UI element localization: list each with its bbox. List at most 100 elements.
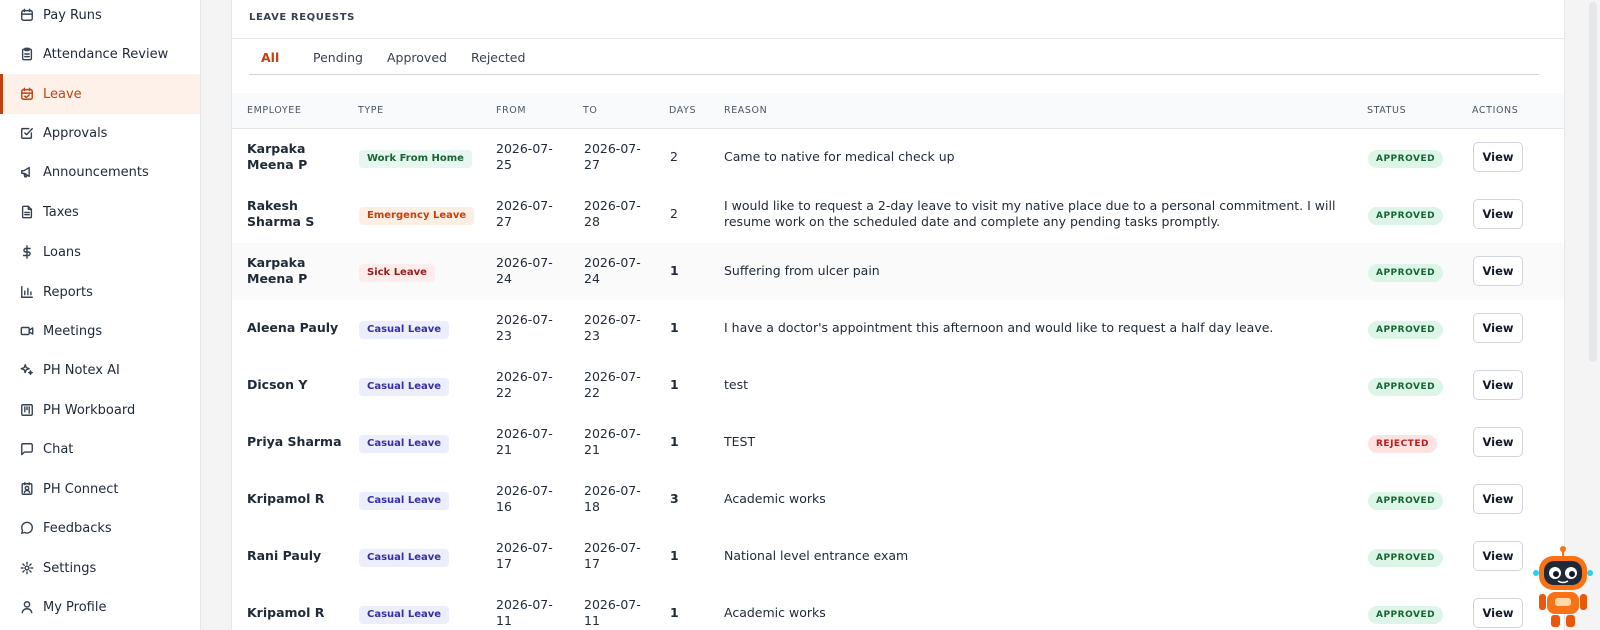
status-badge: APPROVED (1368, 378, 1444, 396)
sidebar-item-label: Meetings (43, 323, 103, 339)
robot-assistant-icon[interactable] (1533, 546, 1593, 630)
status-badge: APPROVED (1368, 150, 1444, 168)
filter-tabs: All Pending Approved Rejected (249, 43, 1539, 75)
sidebar-item-pay-runs[interactable]: Pay Runs (0, 0, 200, 35)
page-scrollbar-thumb[interactable] (1589, 2, 1597, 362)
to-date-text: 2026-07- 21 (584, 426, 641, 457)
view-button[interactable]: View (1473, 256, 1523, 286)
leave-type-badge: Emergency Leave (359, 207, 475, 225)
sidebar-item-label: Loans (43, 244, 81, 260)
table-row: Karpaka Meena P Work From Home 2026-07- 25 2… (232, 129, 1564, 187)
sidebar-item-meetings[interactable]: Meetings (0, 311, 200, 351)
view-button[interactable]: View (1473, 199, 1523, 229)
sidebar-item-settings[interactable]: Settings (0, 548, 200, 588)
leave-type-badge: Casual Leave (359, 378, 450, 396)
to-date: 2026-07- 22 (584, 369, 654, 401)
to-date-text: 2026-07- 18 (584, 483, 641, 514)
sidebar-item-taxes[interactable]: Taxes (0, 192, 200, 232)
view-button[interactable]: View (1473, 427, 1523, 457)
sidebar-item-label: Leave (43, 86, 82, 102)
view-button[interactable]: View (1473, 598, 1523, 628)
sidebar-item-approvals[interactable]: Approvals (0, 113, 200, 153)
header-to: TO (583, 105, 598, 116)
view-button[interactable]: View (1473, 142, 1523, 172)
to-date: 2026-07- 21 (584, 426, 654, 458)
from-date: 2026-07- 11 (496, 597, 566, 629)
status-badge: APPROVED (1368, 264, 1444, 282)
tab-all[interactable]: All (249, 43, 291, 73)
table-row: Kripamol R Casual Leave 2026-07- 16 2026-07-… (232, 471, 1564, 529)
sidebar-item-chat[interactable]: Chat (0, 429, 200, 469)
from-date-text: 2026-07- 25 (496, 141, 553, 172)
from-date: 2026-07- 22 (496, 369, 566, 401)
sidebar-item-reports[interactable]: Reports (0, 272, 200, 312)
table-row: Dicson Y Casual Leave 2026-07- 22 2026-07- 22… (232, 357, 1564, 415)
from-date: 2026-07- 24 (496, 255, 566, 287)
status-badge: APPROVED (1368, 606, 1444, 624)
header-type: TYPE (358, 105, 384, 116)
to-date-text: 2026-07- 11 (584, 597, 641, 628)
bar-chart-icon (20, 285, 34, 299)
status-badge: APPROVED (1368, 321, 1444, 339)
view-button[interactable]: View (1473, 541, 1523, 571)
status-badge: APPROVED (1368, 492, 1444, 510)
from-date-text: 2026-07- 22 (496, 369, 553, 400)
to-date-text: 2026-07- 23 (584, 312, 641, 343)
status-badge: APPROVED (1368, 549, 1444, 567)
employee-name: Kripamol R (247, 491, 325, 506)
from-date: 2026-07- 25 (496, 141, 566, 173)
leave-reason: TEST (724, 434, 756, 449)
tab-pending[interactable]: Pending (301, 43, 375, 73)
employee-name: Rakesh Sharma S (247, 198, 315, 229)
sidebar: Pay Runs Attendance Review Leave Approvals A… (0, 0, 201, 630)
sidebar-item-label: Feedbacks (43, 520, 112, 536)
kanban-icon (20, 403, 34, 417)
sidebar-item-leave[interactable]: Leave (0, 74, 200, 114)
to-date: 2026-07- 27 (584, 141, 654, 173)
days-count: 3 (670, 491, 679, 506)
table-row: Priya Sharma Casual Leave 2026-07- 21 2026-0… (232, 414, 1564, 472)
sidebar-item-ph-workboard[interactable]: PH Workboard (0, 390, 200, 430)
days-count: 2 (670, 149, 678, 164)
header-from: FROM (496, 105, 527, 116)
message-square-icon (20, 442, 34, 456)
to-date: 2026-07- 23 (584, 312, 654, 344)
to-date-text: 2026-07- 27 (584, 141, 641, 172)
employee-name: Dicson Y (247, 377, 308, 392)
sidebar-item-announcements[interactable]: Announcements (0, 152, 200, 192)
header-reason: REASON (724, 105, 768, 116)
view-button[interactable]: View (1473, 370, 1523, 400)
view-button[interactable]: View (1473, 313, 1523, 343)
check-square-icon (20, 126, 34, 140)
to-date-text: 2026-07- 22 (584, 369, 641, 400)
to-date: 2026-07- 17 (584, 540, 654, 572)
header-employee: EMPLOYEE (247, 105, 302, 116)
sidebar-item-label: PH Connect (43, 481, 119, 497)
to-date-text: 2026-07- 28 (584, 198, 641, 229)
sidebar-item-label: Approvals (43, 125, 108, 141)
sidebar-item-label: Announcements (43, 164, 149, 180)
sidebar-item-my-profile[interactable]: My Profile (0, 587, 200, 627)
sidebar-item-ph-notex-ai[interactable]: PH Notex AI (0, 350, 200, 390)
sidebar-item-label: PH Workboard (43, 402, 136, 418)
tab-rejected[interactable]: Rejected (459, 43, 537, 73)
days-count: 1 (670, 434, 679, 449)
sidebar-item-attendance-review[interactable]: Attendance Review (0, 34, 200, 74)
table-row: Aleena Pauly Casual Leave 2026-07- 23 2026-0… (232, 300, 1564, 358)
employee-name: Rani Pauly (247, 548, 322, 563)
to-date: 2026-07- 11 (584, 597, 654, 629)
from-date-text: 2026-07- 17 (496, 540, 553, 571)
sidebar-item-loans[interactable]: Loans (0, 232, 200, 272)
table-header: EMPLOYEE TYPE FROM TO DAYS REASON STATUS… (232, 93, 1564, 129)
leave-reason: Suffering from ulcer pain (724, 263, 880, 278)
sidebar-item-ph-connect[interactable]: PH Connect (0, 469, 200, 509)
sidebar-item-feedbacks[interactable]: Feedbacks (0, 508, 200, 548)
employee-name: Aleena Pauly (247, 320, 339, 335)
view-button[interactable]: View (1473, 484, 1523, 514)
leave-type-badge: Casual Leave (359, 606, 450, 624)
tab-approved[interactable]: Approved (375, 43, 459, 73)
panel-divider (232, 38, 1564, 39)
to-date-text: 2026-07- 17 (584, 540, 641, 571)
from-date-text: 2026-07- 23 (496, 312, 553, 343)
leave-reason: test (724, 377, 749, 392)
